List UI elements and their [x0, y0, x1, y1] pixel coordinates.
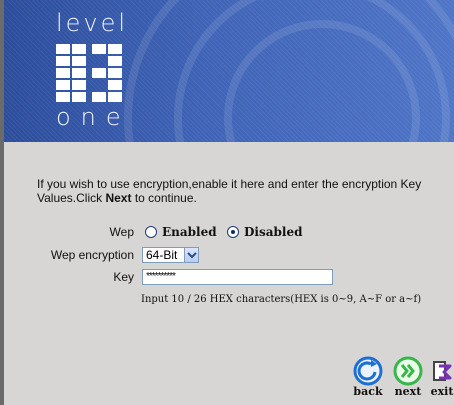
wep-encryption-label: Wep encryption: [50, 248, 134, 262]
wep-encryption-row: Wep encryption 64-Bit: [4, 246, 454, 264]
next-double-chevron-icon: [393, 356, 423, 386]
intro-part-1: If you wish to use encryption,enable it …: [37, 177, 422, 205]
key-label: Key: [113, 270, 134, 284]
wep-encryption-select[interactable]: 64-Bit: [142, 247, 199, 263]
wizard-window: level one If you wish to use encryption,…: [0, 0, 454, 405]
wep-enabled-radio[interactable]: [145, 226, 157, 238]
back-label: back: [353, 385, 383, 398]
wizard-content: If you wish to use encryption,enable it …: [4, 142, 454, 405]
wep-label: Wep: [109, 225, 134, 239]
dropdown-button[interactable]: [184, 248, 198, 262]
wep-disabled-radio[interactable]: [227, 226, 239, 238]
wep-disabled-label[interactable]: Disabled: [244, 224, 302, 240]
exit-icon: [433, 361, 452, 381]
intro-text: If you wish to use encryption,enable it …: [37, 177, 447, 205]
back-button[interactable]: back: [350, 356, 386, 398]
levelone-logo: level one: [56, 10, 136, 132]
back-arrow-icon: [353, 356, 383, 386]
key-hint: Input 10 / 26 HEX characters(HEX is 0~9,…: [141, 294, 422, 305]
wep-row: Wep Enabled Disabled: [4, 224, 454, 242]
logo-mark-icon: [56, 44, 122, 102]
header-banner: level one: [4, 0, 454, 142]
exit-label: exit: [430, 385, 454, 398]
chevron-down-icon: [187, 252, 197, 259]
next-label: next: [394, 385, 422, 398]
wep-enabled-label[interactable]: Enabled: [162, 224, 217, 240]
logo-text-bottom: one: [56, 103, 131, 131]
key-value: **********: [146, 271, 176, 282]
exit-button[interactable]: exit: [424, 356, 454, 398]
wep-encryption-value: 64-Bit: [146, 248, 178, 262]
radio-selected-dot: [231, 230, 235, 234]
logo-text-top: level: [56, 9, 129, 37]
intro-part-2: to continue.: [131, 191, 197, 205]
intro-bold-next: Next: [105, 191, 132, 205]
next-button[interactable]: next: [390, 356, 426, 398]
key-row: Key **********: [4, 268, 454, 286]
key-input[interactable]: **********: [142, 269, 333, 285]
